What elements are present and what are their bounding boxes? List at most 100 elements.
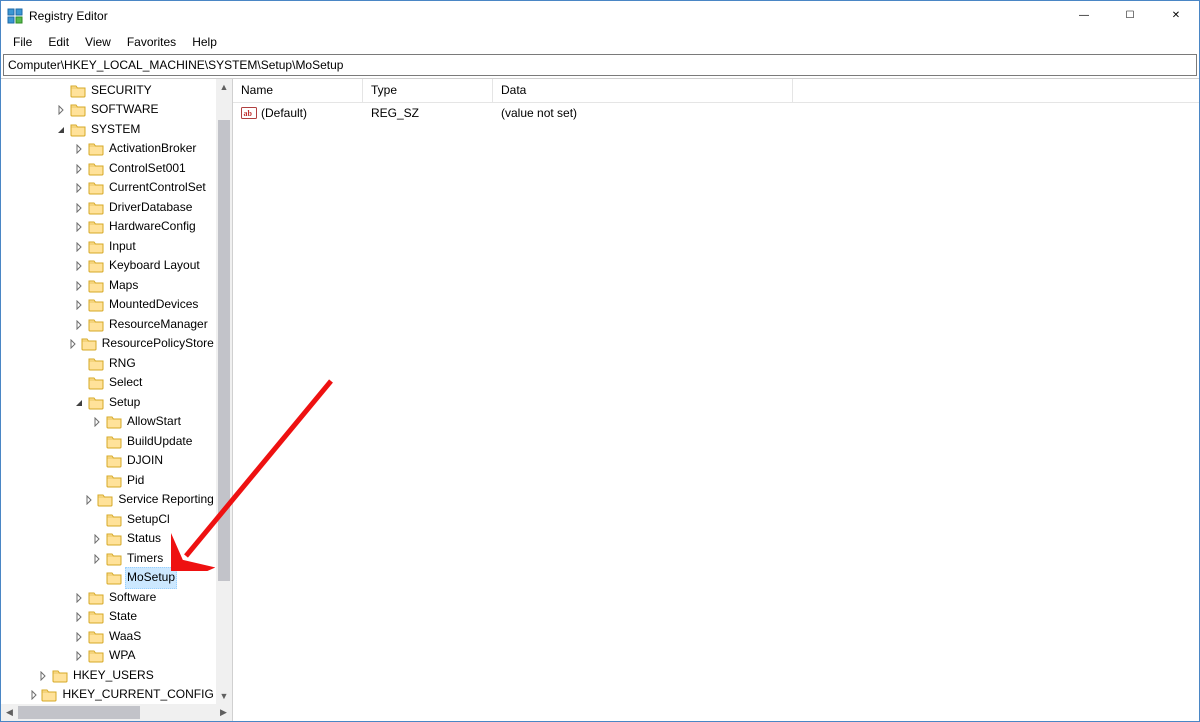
folder-icon — [70, 102, 86, 118]
tree-item[interactable]: MoSetup — [1, 568, 216, 588]
folder-icon — [88, 590, 104, 606]
chevron-right-icon[interactable] — [29, 690, 39, 700]
tree-item[interactable]: Select — [1, 373, 216, 393]
tree-item[interactable]: CurrentControlSet — [1, 178, 216, 198]
chevron-right-icon[interactable] — [92, 417, 104, 427]
tree-item[interactable]: RNG — [1, 354, 216, 374]
value-data: (value not set) — [493, 106, 793, 120]
tree-item[interactable]: SYSTEM — [1, 120, 216, 140]
tree-item[interactable]: MountedDevices — [1, 295, 216, 315]
maximize-button[interactable]: ☐ — [1107, 1, 1153, 31]
chevron-right-icon[interactable] — [74, 222, 86, 232]
chevron-right-icon[interactable] — [74, 203, 86, 213]
tree-item-label: HardwareConfig — [107, 217, 198, 237]
tree-item[interactable]: Service Reporting — [1, 490, 216, 510]
tree-item[interactable]: HardwareConfig — [1, 217, 216, 237]
tree-item[interactable]: DJOIN — [1, 451, 216, 471]
tree-item[interactable]: BuildUpdate — [1, 432, 216, 452]
tree-item[interactable]: Timers — [1, 549, 216, 569]
folder-icon — [88, 239, 104, 255]
tree-item-label: HKEY_CURRENT_CONFIG — [60, 685, 215, 704]
tree-vertical-scrollbar[interactable]: ▲ ▼ — [216, 79, 232, 704]
tree-item[interactable]: ResourceManager — [1, 315, 216, 335]
tree-item[interactable]: SECURITY — [1, 81, 216, 101]
address-bar[interactable]: Computer\HKEY_LOCAL_MACHINE\SYSTEM\Setup… — [3, 54, 1197, 76]
tree-item[interactable]: SOFTWARE — [1, 100, 216, 120]
folder-icon — [52, 668, 68, 684]
tree-item[interactable]: HKEY_CURRENT_CONFIG — [1, 685, 216, 704]
chevron-right-icon[interactable] — [74, 300, 86, 310]
tree-item-label: SECURITY — [89, 81, 154, 101]
tree-item[interactable]: Keyboard Layout — [1, 256, 216, 276]
chevron-right-icon[interactable] — [74, 612, 86, 622]
registry-tree[interactable]: SECURITYSOFTWARESYSTEMActivationBrokerCo… — [1, 79, 216, 704]
scroll-up-arrow-icon[interactable]: ▲ — [216, 79, 232, 96]
menu-view[interactable]: View — [77, 33, 119, 51]
titlebar: Registry Editor — ☐ ✕ — [1, 1, 1199, 31]
chevron-right-icon[interactable] — [74, 651, 86, 661]
menu-edit[interactable]: Edit — [40, 33, 77, 51]
scroll-left-arrow-icon[interactable]: ◀ — [1, 704, 18, 721]
column-header-type[interactable]: Type — [363, 79, 493, 102]
chevron-down-icon[interactable] — [74, 398, 86, 408]
tree-item[interactable]: AllowStart — [1, 412, 216, 432]
column-headers: Name Type Data — [233, 79, 1199, 103]
chevron-right-icon[interactable] — [56, 105, 68, 115]
tree-item-label: AllowStart — [125, 412, 183, 432]
tree-item-label: Pid — [125, 471, 146, 491]
tree-item[interactable]: ActivationBroker — [1, 139, 216, 159]
tree-horizontal-scrollbar[interactable]: ◀ ▶ — [1, 704, 232, 721]
tree-item[interactable]: Software — [1, 588, 216, 608]
tree-item[interactable]: ResourcePolicyStore — [1, 334, 216, 354]
hscroll-thumb[interactable] — [18, 706, 140, 719]
chevron-right-icon[interactable] — [74, 164, 86, 174]
chevron-right-icon[interactable] — [74, 281, 86, 291]
tree-item[interactable]: ControlSet001 — [1, 159, 216, 179]
chevron-right-icon[interactable] — [68, 339, 79, 349]
chevron-right-icon[interactable] — [74, 183, 86, 193]
scroll-down-arrow-icon[interactable]: ▼ — [216, 687, 232, 704]
chevron-right-icon[interactable] — [74, 593, 86, 603]
tree-item[interactable]: DriverDatabase — [1, 198, 216, 218]
close-button[interactable]: ✕ — [1153, 1, 1199, 31]
chevron-right-icon[interactable] — [92, 554, 104, 564]
tree-item[interactable]: Input — [1, 237, 216, 257]
tree-item-label: MoSetup — [125, 567, 177, 589]
values-pane: Name Type Data ab(Default)REG_SZ(value n… — [233, 79, 1199, 721]
value-row[interactable]: ab(Default)REG_SZ(value not set) — [233, 103, 1199, 123]
chevron-right-icon[interactable] — [92, 534, 104, 544]
chevron-down-icon[interactable] — [56, 125, 68, 135]
chevron-right-icon[interactable] — [84, 495, 95, 505]
menu-help[interactable]: Help — [184, 33, 225, 51]
tree-item[interactable]: Setup — [1, 393, 216, 413]
column-header-name[interactable]: Name — [233, 79, 363, 102]
tree-item-label: HKEY_USERS — [71, 666, 156, 686]
tree-item[interactable]: HKEY_USERS — [1, 666, 216, 686]
menu-file[interactable]: File — [5, 33, 40, 51]
tree-item[interactable]: WPA — [1, 646, 216, 666]
chevron-right-icon[interactable] — [38, 671, 50, 681]
tree-item-label: BuildUpdate — [125, 432, 194, 452]
scroll-right-arrow-icon[interactable]: ▶ — [215, 704, 232, 721]
minimize-button[interactable]: — — [1061, 1, 1107, 31]
tree-item[interactable]: SetupCl — [1, 510, 216, 530]
chevron-right-icon[interactable] — [74, 242, 86, 252]
folder-icon — [106, 434, 122, 450]
tree-item[interactable]: State — [1, 607, 216, 627]
tree-item-label: Keyboard Layout — [107, 256, 202, 276]
chevron-right-icon[interactable] — [74, 144, 86, 154]
chevron-right-icon[interactable] — [74, 261, 86, 271]
chevron-right-icon[interactable] — [74, 632, 86, 642]
column-header-data[interactable]: Data — [493, 79, 793, 102]
registry-editor-window: Registry Editor — ☐ ✕ File Edit View Fav… — [0, 0, 1200, 722]
scroll-thumb[interactable] — [218, 120, 230, 581]
folder-icon — [106, 570, 122, 586]
tree-item-label: SYSTEM — [89, 120, 142, 140]
tree-item[interactable]: WaaS — [1, 627, 216, 647]
tree-item-label: DriverDatabase — [107, 198, 194, 218]
chevron-right-icon[interactable] — [74, 320, 86, 330]
menu-favorites[interactable]: Favorites — [119, 33, 184, 51]
tree-item[interactable]: Pid — [1, 471, 216, 491]
tree-item[interactable]: Status — [1, 529, 216, 549]
tree-item[interactable]: Maps — [1, 276, 216, 296]
